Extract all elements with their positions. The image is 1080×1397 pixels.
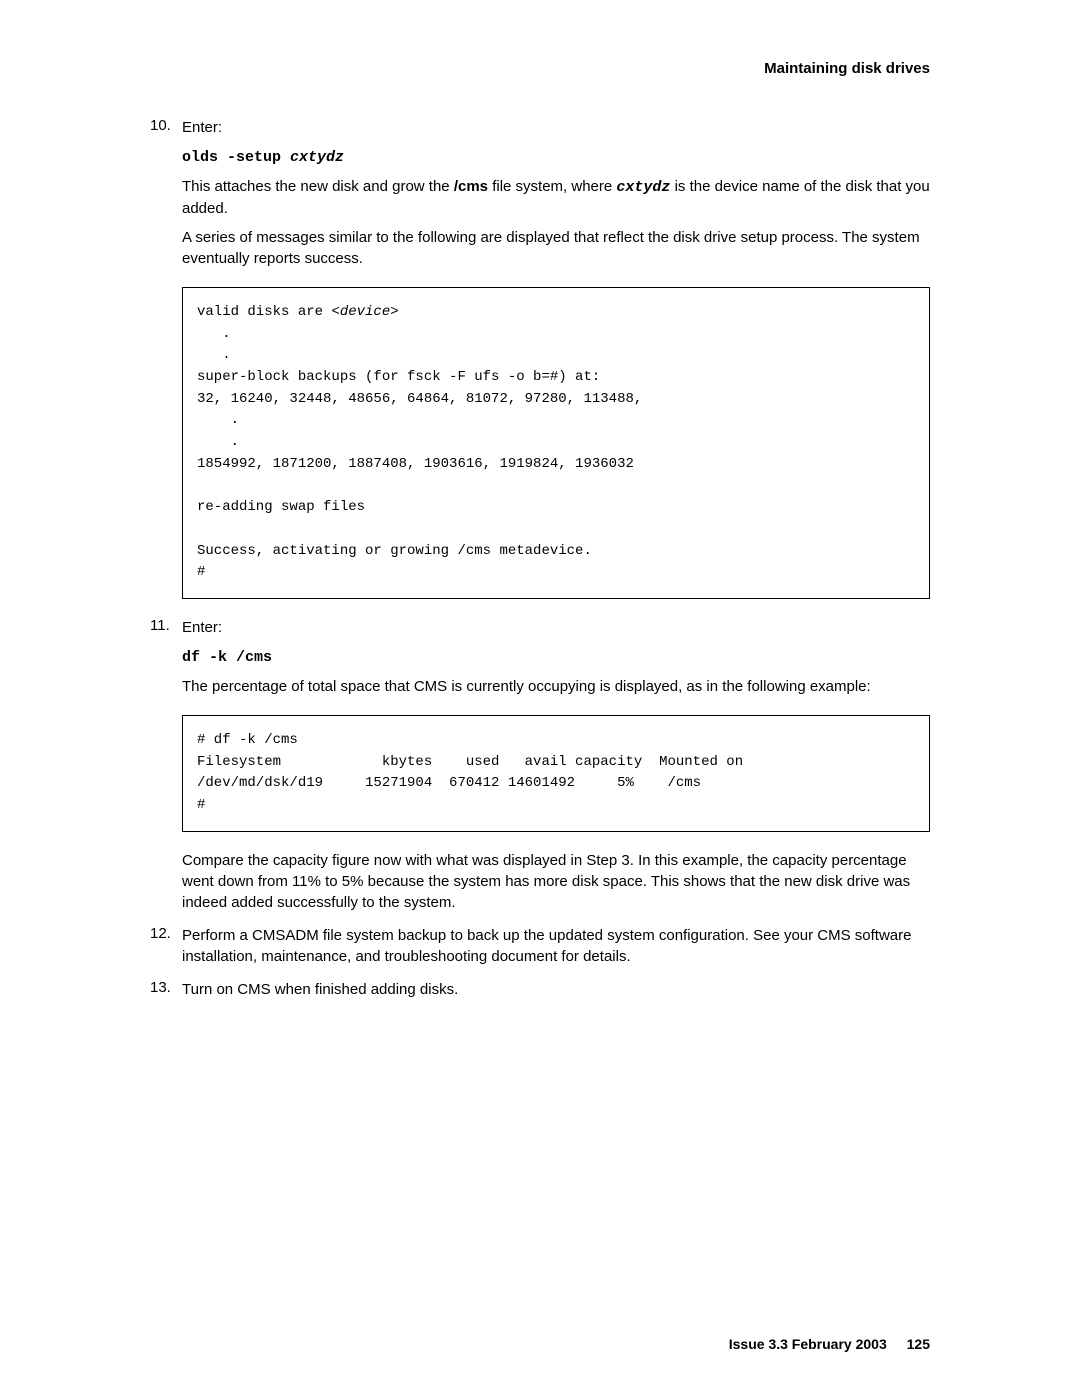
step-number: 10. [150,117,171,134]
cmd-arg: cxtydz [290,149,344,166]
step-11: 11. Enter: df -k /cms The percentage of … [150,617,930,913]
page-number: 125 [907,1336,930,1352]
step-command: olds -setup cxtydz [182,146,930,168]
text-run: This attaches the new disk and grow the [182,178,454,195]
cmd-text: olds -setup [182,149,290,166]
issue-label: Issue 3.3 February 2003 [729,1336,887,1352]
text-bold: /cms [454,178,488,195]
term-line: valid disks are [197,304,331,320]
step-12: 12. Perform a CMSADM file system backup … [150,925,930,967]
text-run: file system, where [488,178,616,195]
section-header: Maintaining disk drives [150,60,930,77]
step-paragraph: The percentage of total space that CMS i… [182,676,930,697]
step-enter-label: Enter: [182,117,930,138]
terminal-output: valid disks are <device> . . super-block… [182,287,930,599]
steps-list: 10. Enter: olds -setup cxtydz This attac… [150,117,930,1000]
step-paragraph: Perform a CMSADM file system backup to b… [182,925,930,967]
step-paragraph: Turn on CMS when finished adding disks. [182,979,930,1000]
step-paragraph: This attaches the new disk and grow the … [182,176,930,219]
page-footer: Issue 3.3 February 2003 125 [729,1336,930,1352]
step-paragraph: Compare the capacity figure now with wha… [182,850,930,913]
cmd-text: df -k /cms [182,649,272,666]
step-13: 13. Turn on CMS when finished adding dis… [150,979,930,1000]
text-mono-italic: cxtydz [616,179,670,196]
step-command: df -k /cms [182,646,930,668]
page-content: Maintaining disk drives 10. Enter: olds … [0,0,1080,1000]
step-number: 13. [150,979,171,996]
term-body: . . super-block backups (for fsck -F ufs… [197,326,642,581]
term-device: <device> [331,304,398,320]
step-number: 12. [150,925,171,942]
step-enter-label: Enter: [182,617,930,638]
step-number: 11. [150,617,170,634]
step-10: 10. Enter: olds -setup cxtydz This attac… [150,117,930,599]
term-body: # df -k /cms Filesystem kbytes used avai… [197,732,743,813]
step-paragraph: A series of messages similar to the foll… [182,227,930,269]
terminal-output: # df -k /cms Filesystem kbytes used avai… [182,715,930,832]
